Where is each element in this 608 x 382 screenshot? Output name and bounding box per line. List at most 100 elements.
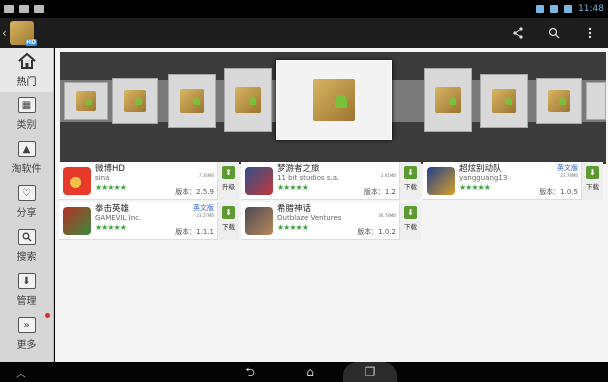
boxing-hero-app-icon bbox=[63, 207, 91, 235]
carousel-slide[interactable] bbox=[224, 68, 272, 132]
sidebar-item-label: 搜索 bbox=[16, 252, 37, 263]
gallery-notification-icon bbox=[4, 5, 14, 13]
sidebar-item-label: 类别 bbox=[16, 120, 37, 131]
app-version: 版本：1.2 bbox=[363, 188, 396, 196]
heart-icon: ♡ bbox=[17, 185, 36, 201]
greek-myth-app-icon bbox=[245, 207, 273, 235]
upgrade-button[interactable]: ⬆ 升级 bbox=[217, 162, 239, 200]
usb-notification-icon bbox=[34, 5, 44, 13]
status-bar: 11:48 bbox=[0, 0, 608, 18]
app-logo[interactable]: HD bbox=[10, 21, 37, 46]
sidebar-item-label: 更多 bbox=[16, 340, 37, 351]
app-box-icon bbox=[180, 89, 204, 113]
overflow-menu-icon[interactable] bbox=[582, 25, 598, 41]
search-icon[interactable] bbox=[546, 25, 562, 41]
carousel-slide[interactable] bbox=[586, 82, 606, 120]
sidebar-item-share[interactable]: ♡ 分享 bbox=[0, 180, 53, 224]
app-box-icon bbox=[124, 90, 146, 112]
screenshot-notification-icon bbox=[19, 5, 29, 13]
carousel-slide[interactable] bbox=[480, 74, 528, 128]
button-label: 下载 bbox=[222, 223, 235, 231]
featured-carousel[interactable] bbox=[60, 52, 606, 164]
app-version: 版本：1.0.2 bbox=[357, 228, 396, 236]
app-size: 2.91MB bbox=[380, 173, 396, 178]
notification-dot bbox=[45, 313, 50, 318]
app-box-icon bbox=[435, 87, 461, 113]
download-arrow-icon: ⬇ bbox=[404, 166, 417, 179]
button-label: 下载 bbox=[404, 183, 417, 191]
download-arrow-icon: ⬇ bbox=[404, 206, 417, 219]
clock: 11:48 bbox=[578, 4, 604, 14]
search-icon bbox=[17, 229, 36, 245]
app-size: 7.36MB bbox=[198, 173, 214, 178]
carousel-slide[interactable] bbox=[424, 68, 472, 132]
button-label: 下载 bbox=[404, 223, 417, 231]
app-box-icon bbox=[548, 90, 570, 112]
app-size: 46.78MB bbox=[378, 213, 396, 218]
download-arrow-icon: ⬇ bbox=[222, 206, 235, 219]
upgrade-arrow-icon: ⬆ bbox=[222, 166, 235, 179]
app-box-icon bbox=[492, 89, 516, 113]
back-chevron-icon[interactable]: ‹ bbox=[2, 26, 10, 40]
sidebar-item-label: 热门 bbox=[16, 77, 37, 88]
super-team-app-icon bbox=[427, 167, 455, 195]
back-icon[interactable]: ⮌ bbox=[230, 364, 270, 380]
carousel-slide[interactable] bbox=[168, 74, 216, 128]
hd-badge: HD bbox=[24, 39, 37, 46]
wifi-icon bbox=[550, 5, 559, 13]
sidebar-item-search[interactable]: 搜索 bbox=[0, 224, 53, 268]
sidebar-item-category[interactable]: ▦ 类别 bbox=[0, 92, 53, 136]
action-bar: ‹ HD bbox=[0, 18, 608, 48]
sidebar: 热门 ▦ 类别 ▲ 淘软件 ♡ 分享 搜索 ⬇ 管理 » 更多 bbox=[0, 48, 54, 362]
download-icon: ⬇ bbox=[17, 273, 36, 289]
chevron-up-icon[interactable]: ︿ bbox=[16, 365, 26, 380]
app-version: 版本：1.1.1 bbox=[175, 228, 214, 236]
main-content: 微博HD sina ★★★★★ 7.36MB 版本：2.5.9 ⬆ 升级 梦游者… bbox=[55, 48, 608, 362]
download-arrow-icon: ⬇ bbox=[586, 166, 599, 179]
button-label: 升级 bbox=[222, 183, 235, 191]
download-button[interactable]: ⬇ 下载 bbox=[399, 202, 421, 240]
app-size: 23.78MB bbox=[560, 173, 578, 178]
system-nav-bar: ︿ ⮌ ⌂ ❐ bbox=[0, 362, 608, 382]
app-size: 23.27MB bbox=[196, 213, 214, 218]
app-item[interactable]: 超炫别动队 yangguang13 ★★★★★ 英文版 23.78MB 版本：1… bbox=[423, 162, 603, 200]
app-item[interactable]: 微博HD sina ★★★★★ 7.36MB 版本：2.5.9 ⬆ 升级 bbox=[59, 162, 239, 200]
carousel-slide[interactable] bbox=[64, 82, 108, 120]
dream-walker-app-icon bbox=[245, 167, 273, 195]
more-icon: » bbox=[17, 317, 36, 333]
notification-icons bbox=[4, 5, 44, 13]
image-icon: ▲ bbox=[17, 141, 36, 157]
app-item[interactable]: 希腊神话 Outblaze Ventures ★★★★★ 46.78MB 版本：… bbox=[241, 202, 421, 240]
app-version: 版本：2.5.9 bbox=[175, 188, 214, 196]
language-badge: 英文版 bbox=[193, 204, 214, 212]
language-badge: 英文版 bbox=[557, 164, 578, 172]
carousel-slide[interactable] bbox=[112, 78, 158, 124]
app-box-icon bbox=[313, 79, 355, 121]
home-icon bbox=[17, 52, 37, 70]
weibo-app-icon bbox=[63, 167, 91, 195]
battery-icon bbox=[564, 5, 573, 13]
system-icons: 11:48 bbox=[536, 4, 604, 14]
app-box-icon bbox=[235, 87, 261, 113]
app-box-icon bbox=[76, 91, 96, 111]
carousel-slide[interactable] bbox=[536, 78, 582, 124]
sidebar-item-manage[interactable]: ⬇ 管理 bbox=[0, 268, 53, 312]
sidebar-item-more[interactable]: » 更多 bbox=[0, 312, 53, 356]
button-label: 下载 bbox=[586, 183, 599, 191]
download-button[interactable]: ⬇ 下载 bbox=[581, 162, 603, 200]
sidebar-item-label: 淘软件 bbox=[11, 164, 42, 175]
download-button[interactable]: ⬇ 下载 bbox=[399, 162, 421, 200]
app-item[interactable]: 梦游者之旅 11 bit studios s.a. ★★★★★ 2.91MB 版… bbox=[241, 162, 421, 200]
sidebar-item-label: 分享 bbox=[16, 208, 37, 219]
bluetooth-icon bbox=[536, 5, 545, 13]
share-icon[interactable] bbox=[510, 25, 526, 41]
app-version: 版本：1.0.5 bbox=[539, 188, 578, 196]
sidebar-item-hot[interactable]: 热门 bbox=[0, 48, 53, 92]
sidebar-item-label: 管理 bbox=[16, 296, 37, 307]
recent-apps-icon[interactable]: ❐ bbox=[350, 364, 390, 380]
download-button[interactable]: ⬇ 下载 bbox=[217, 202, 239, 240]
app-item[interactable]: 拳击英雄 GAMEVIL Inc. ★★★★★ 英文版 23.27MB 版本：1… bbox=[59, 202, 239, 240]
carousel-slide-active[interactable] bbox=[276, 60, 392, 140]
home-icon[interactable]: ⌂ bbox=[290, 364, 330, 380]
sidebar-item-discover[interactable]: ▲ 淘软件 bbox=[0, 136, 53, 180]
